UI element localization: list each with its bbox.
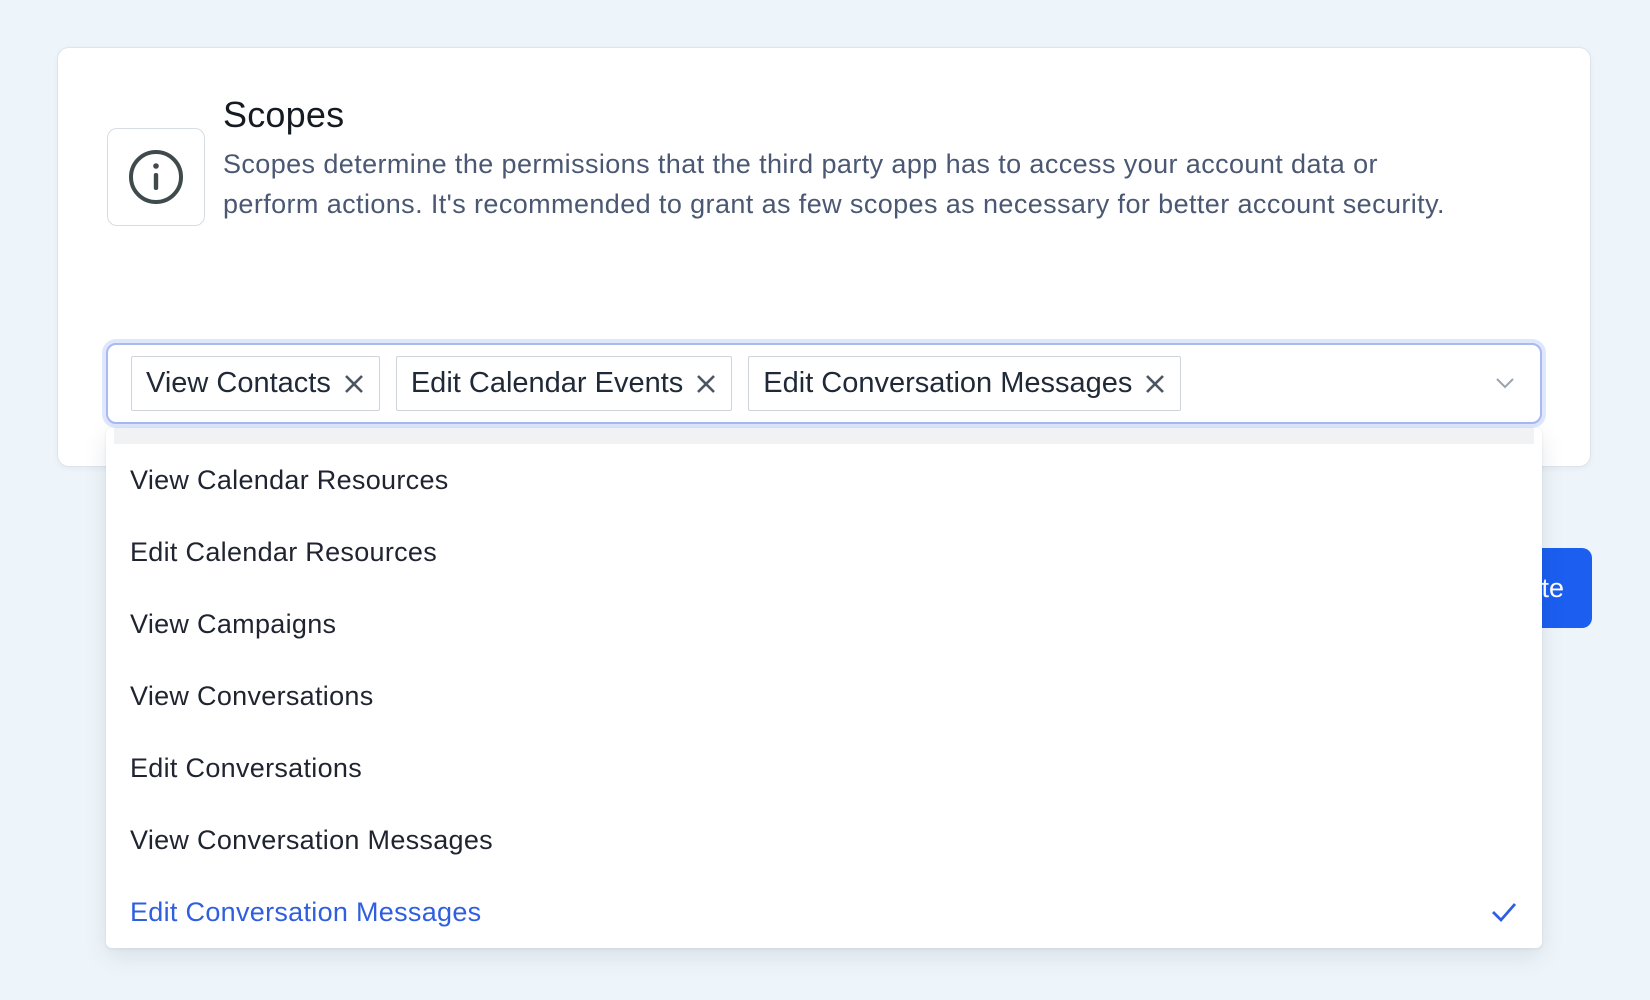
dropdown-option[interactable]: Edit Conversations (130, 744, 1518, 792)
checkmark-icon (1492, 903, 1517, 923)
dropdown-top-strip (114, 428, 1534, 444)
scopes-title: Scopes (223, 94, 345, 135)
dropdown-option-label: View Calendar Resources (130, 464, 449, 495)
scopes-dropdown-menu: View Calendar Resources Edit Calendar Res… (106, 428, 1542, 948)
dropdown-option-label: View Campaigns (130, 608, 337, 639)
scopes-description: Scopes determine the permissions that th… (223, 149, 1445, 219)
info-circle-icon (129, 150, 183, 204)
chevron-down-icon[interactable] (1494, 372, 1516, 394)
dropdown-option[interactable]: Edit Calendar Resources (130, 528, 1518, 576)
close-icon[interactable] (695, 373, 717, 395)
page: te Scopes Scopes determine the permissio… (0, 0, 1650, 1000)
selected-tag-label: View Contacts (146, 367, 331, 399)
dropdown-option-label: Edit Conversations (130, 752, 363, 783)
selected-tag-label: Edit Conversation Messages (763, 367, 1133, 399)
dropdown-option[interactable]: View Conversations (130, 672, 1518, 720)
selected-tag: Edit Calendar Events (395, 356, 733, 411)
selected-tag: View Contacts (131, 356, 380, 411)
selected-tags: View Contacts Edit Calendar Events Edit Co… (131, 356, 1197, 411)
info-icon-box (107, 128, 205, 226)
selected-tag-label: Edit Calendar Events (410, 367, 684, 399)
dropdown-option[interactable]: View Calendar Resources (130, 456, 1518, 504)
close-icon[interactable] (343, 373, 365, 395)
scopes-multiselect[interactable]: View Contacts Edit Calendar Events Edit Co… (106, 343, 1542, 424)
dropdown-option[interactable]: View Campaigns (130, 600, 1518, 648)
dropdown-option-label: View Conversations (130, 680, 374, 711)
dropdown-option[interactable]: Edit Conversation Messages (130, 888, 1518, 936)
dropdown-option-label: Edit Calendar Resources (130, 536, 438, 567)
dropdown-option[interactable]: View Conversation Messages (130, 816, 1518, 864)
dropdown-option-label: Edit Conversation Messages (130, 896, 482, 927)
partial-action-button-label: te (1541, 572, 1564, 603)
close-icon[interactable] (1144, 373, 1166, 395)
selected-tag: Edit Conversation Messages (748, 356, 1182, 411)
dropdown-option-label: View Conversation Messages (130, 824, 493, 855)
